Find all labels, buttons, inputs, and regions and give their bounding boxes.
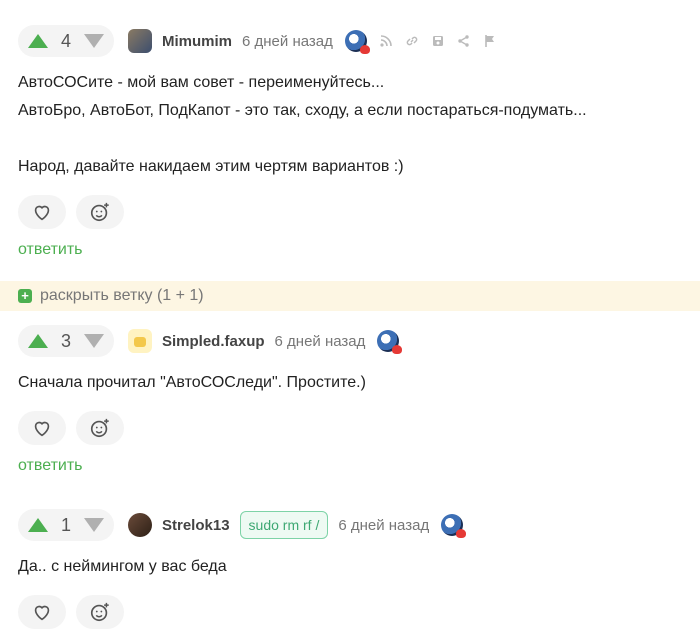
reply-link[interactable]: ответить: [18, 457, 83, 475]
comment-line: АвтоБро, АвтоБот, ПодКапот - это так, сх…: [18, 102, 587, 119]
timestamp[interactable]: 6 дней назад: [275, 333, 366, 350]
add-reaction-button[interactable]: [76, 195, 124, 229]
user-tag[interactable]: sudo rm rf /: [239, 511, 329, 539]
username[interactable]: Strelok13: [162, 517, 230, 534]
comment-text: Сначала прочитал "АвтоСОСледи". Простите…: [18, 369, 700, 397]
downvote-icon[interactable]: [83, 518, 104, 532]
avatar[interactable]: [128, 329, 152, 353]
add-emoji-icon: [90, 418, 109, 438]
comment-header: 3 Simpled.faxup 6 дней назад: [18, 325, 700, 357]
heart-icon: [34, 421, 50, 437]
downvote-icon[interactable]: [83, 34, 104, 48]
downvote-icon[interactable]: [83, 334, 104, 348]
award-badge-icon[interactable]: [344, 30, 370, 54]
link-icon[interactable]: [405, 34, 419, 48]
upvote-icon[interactable]: [28, 334, 48, 348]
share-icon[interactable]: [457, 34, 471, 48]
timestamp[interactable]: 6 дней назад: [338, 517, 429, 534]
expand-thread-link[interactable]: раскрыть ветку (1 + 1): [40, 287, 204, 305]
like-button[interactable]: [18, 411, 66, 445]
flag-icon[interactable]: [483, 34, 497, 48]
comment-header: 1 Strelok13 sudo rm rf / 6 дней назад: [18, 509, 700, 541]
avatar[interactable]: [128, 513, 152, 537]
expand-plus-icon[interactable]: +: [18, 289, 32, 303]
like-button[interactable]: [18, 595, 66, 629]
vote-score: 3: [60, 330, 71, 351]
username[interactable]: Simpled.faxup: [162, 333, 265, 350]
vote-control: 3: [18, 325, 114, 357]
comment: 1 Strelok13 sudo rm rf / 6 дней назад Да…: [18, 509, 700, 629]
comment-actions: [18, 195, 700, 229]
add-reaction-button[interactable]: [76, 411, 124, 445]
add-emoji-icon: [90, 202, 109, 222]
award-badge-icon[interactable]: [377, 330, 403, 354]
vote-control: 1: [18, 509, 114, 541]
reply-link[interactable]: ответить: [18, 241, 83, 259]
heart-icon: [34, 605, 50, 621]
vote-score: 4: [60, 30, 71, 51]
award-badge-icon[interactable]: [441, 514, 467, 538]
username[interactable]: Mimumim: [162, 33, 232, 50]
comment-header: 4 Mimumim 6 дней назад: [18, 25, 700, 57]
upvote-icon[interactable]: [28, 34, 48, 48]
comment-text: Да.. с неймингом у вас беда: [18, 553, 700, 581]
add-emoji-icon: [90, 602, 109, 622]
comment-line: Да.. с неймингом у вас беда: [18, 558, 227, 575]
comment-actions: [18, 411, 700, 445]
rss-icon[interactable]: [379, 34, 393, 48]
expand-thread-bar[interactable]: + раскрыть ветку (1 + 1): [0, 281, 700, 311]
upvote-icon[interactable]: [28, 518, 48, 532]
comment-line: [18, 125, 700, 153]
comment-line: АвтоСОСите - мой вам совет - переименуйт…: [18, 74, 385, 91]
comment: 4 Mimumim 6 дней назад АвтоСОСите - мой …: [18, 25, 700, 259]
comment: 3 Simpled.faxup 6 дней назад Сначала про…: [18, 325, 700, 475]
avatar[interactable]: [128, 29, 152, 53]
timestamp[interactable]: 6 дней назад: [242, 33, 333, 50]
heart-icon: [34, 205, 50, 221]
vote-control: 4: [18, 25, 114, 57]
comment-text: АвтоСОСите - мой вам совет - переименуйт…: [18, 69, 700, 181]
like-button[interactable]: [18, 195, 66, 229]
comment-actions: [18, 595, 700, 629]
comment-line: Сначала прочитал "АвтоСОСледи". Простите…: [18, 374, 366, 391]
add-reaction-button[interactable]: [76, 595, 124, 629]
comment-line: Народ, давайте накидаем этим чертям вари…: [18, 158, 404, 175]
vote-score: 1: [60, 514, 71, 535]
save-icon[interactable]: [431, 34, 445, 48]
